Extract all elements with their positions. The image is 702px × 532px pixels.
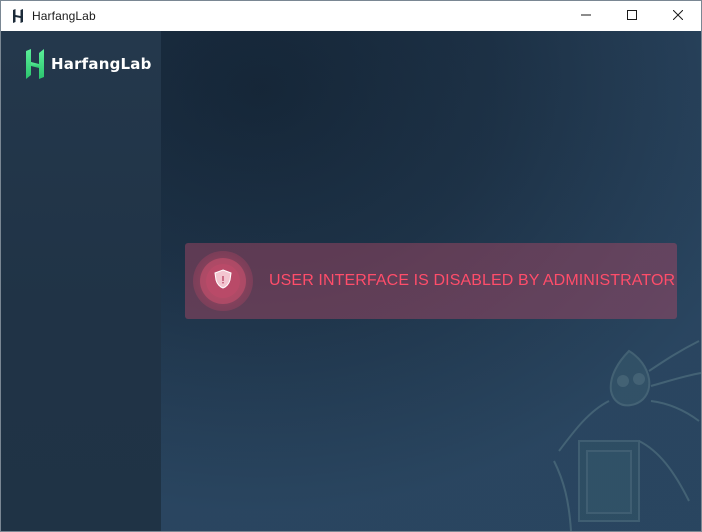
alert-message: USER INTERFACE IS DISABLED BY ADMINISTRA… (269, 272, 676, 289)
app-logo-icon (12, 9, 24, 23)
main-content: HarfangLab USER INTERFACE IS DISABLED BY… (1, 31, 701, 531)
shield-alert-icon (214, 268, 232, 294)
brand-name: HarfangLab (51, 55, 152, 73)
window-controls (563, 1, 701, 31)
window-title: HarfangLab (32, 9, 96, 23)
maximize-button[interactable] (609, 1, 655, 31)
owl-mascot-watermark (549, 331, 701, 531)
close-icon (672, 7, 684, 25)
title-bar[interactable]: HarfangLab (1, 1, 701, 31)
disabled-ui-alert: USER INTERFACE IS DISABLED BY ADMINISTRA… (185, 243, 677, 319)
minimize-icon (581, 7, 591, 25)
maximize-icon (627, 7, 637, 25)
app-window: HarfangLab HarfangLab USER INTERFACE IS … (0, 0, 702, 532)
brand: HarfangLab (25, 49, 152, 79)
minimize-button[interactable] (563, 1, 609, 31)
close-button[interactable] (655, 1, 701, 31)
harfanglab-logo-icon (25, 49, 45, 79)
sidebar: HarfangLab (1, 31, 161, 531)
alert-icon-badge (192, 250, 254, 312)
